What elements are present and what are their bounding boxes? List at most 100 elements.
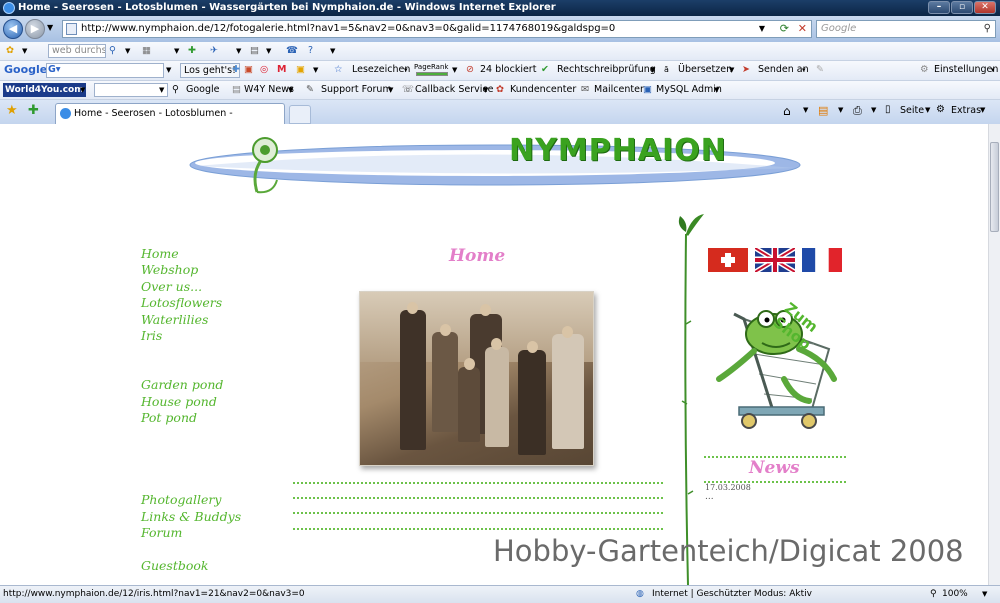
spellcheck-icon[interactable]: ✔ [541,61,549,79]
menu-waterlilies[interactable]: Waterlilies [141,312,208,327]
news-more[interactable]: ... [705,492,714,502]
search-dropdown-icon[interactable]: ▼ [125,42,130,60]
google-go-button[interactable]: Los geht's! [180,63,240,78]
feeds-dropdown-icon[interactable]: ▼ [838,106,843,114]
settings-gear-icon[interactable]: ⚙ [920,61,929,79]
menu-iris[interactable]: Iris [141,328,162,343]
tab-home[interactable]: Home - Seerosen - Lotosblumen - Wassergä… [55,103,285,138]
help-dropdown-icon[interactable]: ▼ [330,42,335,60]
menu-garden-pond[interactable]: Garden pond [141,377,223,392]
menu-over-us[interactable]: Over us... [141,279,202,294]
address-input[interactable]: http://www.nymphaion.de/12/fotogalerie.h… [62,20,812,38]
send-icon[interactable]: ➤ [742,61,750,79]
home-icon[interactable]: ⌂ [783,104,791,118]
print-icon[interactable]: ⎙ [853,104,862,118]
bird-icon[interactable]: ✈ [210,42,218,60]
gmail-icon[interactable]: M [277,61,286,79]
menu-photogallery[interactable]: Photogallery [141,492,221,507]
search-icon[interactable]: ⚲ [984,21,991,37]
menu-forum[interactable]: Forum [141,525,182,540]
flag-france-icon[interactable] [802,248,842,272]
flag-switzerland-icon[interactable] [708,248,748,272]
messenger-icon[interactable]: ☎ [286,42,298,60]
bird-dropdown-icon[interactable]: ▼ [236,42,241,60]
extras-menu[interactable]: Extras [951,105,981,116]
mysql-admin-button[interactable]: MySQL Admin [656,81,722,99]
grid-dropdown-icon[interactable]: ▼ [174,42,179,60]
new-tab-button[interactable] [289,105,311,124]
forward-button[interactable]: ▶ [25,19,45,39]
refresh-icon[interactable]: ⟳ [780,21,789,37]
vertical-scrollbar[interactable] [988,124,1000,585]
help-icon[interactable]: ? [308,42,313,60]
google-camera-icon[interactable]: ▣ [244,61,253,79]
support-forum-button[interactable]: Support Forum [321,81,392,99]
pagerank-dropdown-icon[interactable]: ▼ [452,61,457,79]
w4y-logo-dropdown-icon[interactable]: ▼ [80,81,85,99]
menu-house-pond[interactable]: House pond [141,394,217,409]
favorites-star-icon[interactable]: ✿ [6,42,14,60]
bookmark-star-icon[interactable]: ☆ [334,61,343,79]
close-window-button[interactable]: ✕ [974,1,996,14]
search-input[interactable]: Google ⚲ [816,20,996,38]
w4y-news-button[interactable]: W4Y News [244,81,294,99]
google-notebook-icon[interactable]: ▣ [296,61,305,79]
google-plus-icon[interactable]: ✚ [232,61,240,79]
history-dropdown-icon[interactable]: ▼ [47,23,53,32]
popup-blocker-icon[interactable]: ⊘ [466,61,474,79]
favorites-center-icon[interactable]: ★ [6,103,18,118]
scrollbar-thumb[interactable] [990,142,999,232]
callback-service-button[interactable]: Callback Service [415,81,493,99]
menu-pot-pond[interactable]: Pot pond [141,410,197,425]
w4y-google-search-icon[interactable]: ⚲ [172,81,179,99]
back-button[interactable]: ◀ [3,19,23,39]
customer-center-button[interactable]: Kundencenter [510,81,576,99]
maximize-button[interactable]: ▫ [951,1,973,14]
page-menu[interactable]: Seite [900,105,924,116]
home-dropdown-icon[interactable]: ▼ [803,106,808,114]
toolbar-dropdown-icon[interactable]: ▼ [22,42,27,60]
translate-button[interactable]: Übersetzen [678,61,732,79]
google-tools-dropdown-icon[interactable]: ▼ [313,61,318,79]
w4y-news-dropdown-icon[interactable]: ▼ [288,81,293,99]
callback-dropdown-icon[interactable]: ▼ [483,81,488,99]
feeds-icon[interactable]: ▤ [818,104,828,117]
send-dropdown-icon[interactable]: ▾ [802,61,806,79]
page-dropdown-icon[interactable]: ▼ [925,106,930,114]
home-grid-icon[interactable]: ▦ [142,42,151,60]
frog-shop-cart-icon[interactable] [704,289,854,434]
menu-links-buddys[interactable]: Links & Buddys [141,509,241,524]
stop-icon[interactable]: ✕ [798,21,807,37]
add-favorite-icon[interactable]: ✚ [28,103,39,118]
w4y-google-button[interactable]: Google [186,81,220,99]
mailcenter-button[interactable]: Mailcenter [594,81,644,99]
google-swirl-icon[interactable]: ◎ [260,61,268,79]
w4y-search-input[interactable] [94,83,168,97]
flag-uk-icon[interactable] [755,248,795,272]
w4y-search-dropdown-icon[interactable]: ▼ [159,81,164,99]
pencil-icon[interactable]: ✎ [816,61,824,79]
menu-guestbook[interactable]: Guestbook [141,558,209,573]
bookmarks-menu[interactable]: Lesezeichen [352,61,410,79]
google-search-input[interactable] [46,63,164,78]
add-icon[interactable]: ✚ [188,42,196,60]
settings-button[interactable]: Einstellungen [934,61,998,79]
address-dropdown-icon[interactable]: ▼ [759,21,765,37]
search-go-icon[interactable]: ⚲ [109,42,116,60]
rss-icon[interactable]: ▤ [250,42,259,60]
support-dropdown-icon[interactable]: ▼ [388,81,393,99]
translate-icon[interactable]: ā [664,61,669,79]
spellcheck-dropdown-icon[interactable]: ▼ [650,61,655,79]
rss-dropdown-icon[interactable]: ▼ [266,42,271,60]
popup-blocked-count[interactable]: 24 blockiert [480,61,536,79]
google-dropdown-icon[interactable]: ▼ [166,61,171,79]
bookmarks-dropdown-icon[interactable]: ▾ [404,61,408,79]
minimize-button[interactable]: – [928,1,950,14]
zoom-dropdown-icon[interactable]: ▼ [982,586,987,603]
translate-dropdown-icon[interactable]: ▼ [729,61,734,79]
mysql-dropdown-icon[interactable]: ▼ [714,81,719,99]
web-search-input[interactable]: web durchsu [48,44,106,58]
menu-webshop[interactable]: Webshop [141,262,198,277]
spellcheck-button[interactable]: Rechtschreibprüfung [557,61,656,79]
print-dropdown-icon[interactable]: ▼ [871,106,876,114]
